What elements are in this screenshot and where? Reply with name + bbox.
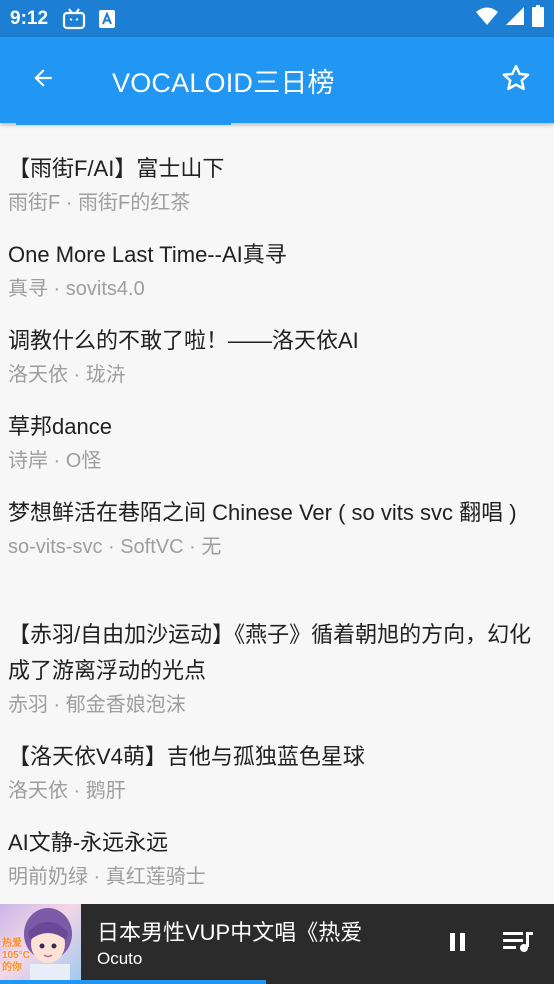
battery-icon — [532, 5, 544, 32]
back-button[interactable] — [0, 37, 86, 123]
pause-button[interactable] — [428, 904, 488, 984]
song-subtitle: 雨街F · 雨街F的红茶 — [8, 192, 191, 214]
list-item[interactable]: 草邦dance 诗岸 · O怪 — [0, 405, 554, 491]
song-title: AI文静-永远永远 — [8, 830, 169, 855]
song-title: 【雨街F/AI】富士山下 — [8, 156, 225, 181]
cover-text: 热爱105°C的你 — [2, 938, 30, 973]
now-playing-title: 日本男性VUP中文唱《热爱 — [97, 920, 363, 945]
status-bar: 9:12 — [0, 0, 554, 37]
song-subtitle: so-vits-svc · SoftVC · 无 — [8, 536, 222, 558]
signal-icon — [506, 6, 524, 31]
list-item[interactable]: 梦想鲜活在巷陌之间 Chinese Ver ( so vits svc 翻唱 )… — [0, 491, 554, 613]
song-subtitle: 赤羽 · 郁金香娘泡沫 — [8, 694, 186, 716]
queue-music-icon — [502, 929, 534, 960]
now-playing-info[interactable]: 日本男性VUP中文唱《热爱 Ocuto — [81, 918, 428, 970]
arrow-back-icon — [30, 65, 56, 96]
song-title: 调教什么的不敢了啦！——洛天依AI — [8, 328, 359, 353]
song-list: 【雨街F/AI】富士山下 雨街F · 雨街F的红茶 One More Last … — [0, 147, 554, 907]
list-item[interactable]: 【雨街F/AI】富士山下 雨街F · 雨街F的红茶 — [0, 147, 554, 233]
bilibili-icon — [62, 7, 86, 30]
song-subtitle: 诗岸 · O怪 — [8, 450, 102, 472]
notification-a-icon — [98, 9, 116, 29]
list-item[interactable]: 【赤羽/自由加沙运动】《燕子》循着朝旭的方向，幻化成了游离浮动的光点 赤羽 · … — [0, 613, 554, 735]
playback-progress[interactable] — [0, 980, 266, 984]
song-subtitle: 洛天依 · 鹅肝 — [8, 780, 126, 802]
list-item[interactable]: AI文静-永远永远 明前奶绿 · 真红莲骑士 — [0, 821, 554, 907]
now-playing-artist: Ocuto — [97, 949, 143, 968]
tab-indicator — [16, 121, 231, 125]
star-outline-icon — [501, 63, 531, 98]
list-item[interactable]: One More Last Time--AI真寻 真寻 · sovits4.0 — [0, 233, 554, 319]
list-item[interactable]: 【洛天依V4萌】吉他与孤独蓝色星球 洛天依 · 鹅肝 — [0, 735, 554, 821]
app-bar: VOCALOID三日榜 — [0, 37, 554, 123]
mini-player[interactable]: 热爱105°C的你 日本男性VUP中文唱《热爱 Ocuto — [0, 904, 554, 984]
song-title: 草邦dance — [8, 414, 112, 439]
song-title: 【洛天依V4萌】吉他与孤独蓝色星球 — [8, 744, 365, 769]
page-title: VOCALOID三日榜 — [112, 67, 335, 98]
playlist-button[interactable] — [488, 904, 548, 984]
song-subtitle: 明前奶绿 · 真红莲骑士 — [8, 866, 206, 888]
favorite-button[interactable] — [478, 37, 554, 123]
song-title: One More Last Time--AI真寻 — [8, 242, 287, 267]
album-cover[interactable]: 热爱105°C的你 — [0, 904, 81, 984]
song-title: 梦想鲜活在巷陌之间 Chinese Ver ( so vits svc 翻唱 ) — [8, 500, 517, 525]
list-item[interactable]: 调教什么的不敢了啦！——洛天依AI 洛天依 · 珑泋 — [0, 319, 554, 405]
song-subtitle: 真寻 · sovits4.0 — [8, 278, 145, 300]
song-title: 【赤羽/自由加沙运动】《燕子》循着朝旭的方向，幻化成了游离浮动的光点 — [8, 622, 532, 683]
wifi-icon — [476, 6, 498, 31]
status-time: 9:12 — [10, 7, 49, 29]
song-subtitle: 洛天依 · 珑泋 — [8, 364, 126, 386]
pause-icon — [447, 931, 469, 958]
